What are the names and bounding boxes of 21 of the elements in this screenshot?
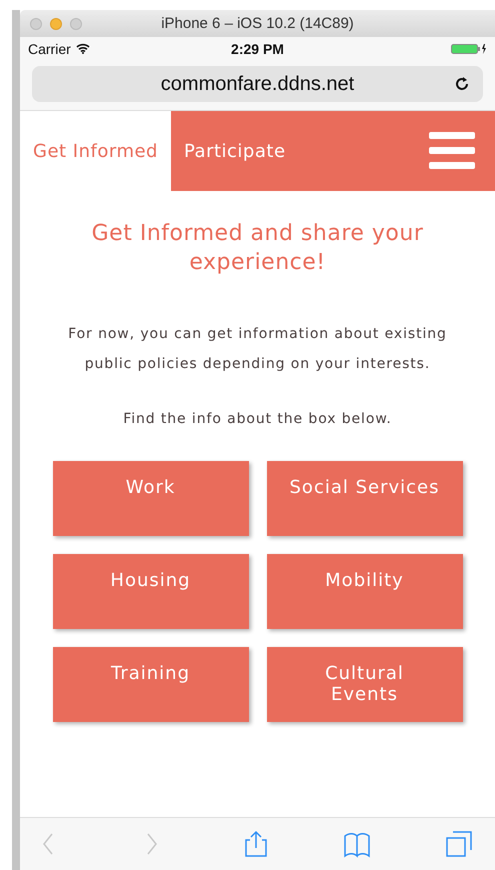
status-time: 2:29 PM — [231, 40, 284, 56]
category-tile[interactable]: Training — [52, 647, 248, 722]
category-tile[interactable]: Social Services — [266, 461, 462, 536]
category-tile[interactable]: Work — [52, 461, 248, 536]
minimize-icon[interactable] — [50, 18, 62, 30]
intro-text: For now, you can get information about existing public policies depending on your interests. — [67, 325, 448, 374]
menu-icon[interactable] — [429, 132, 475, 170]
category-tile[interactable]: Cultural Events — [266, 647, 462, 722]
wifi-icon — [76, 43, 90, 54]
nav-tab[interactable]: Participate — [171, 111, 299, 191]
window-title: iPhone 6 – iOS 10.2 (14C89) — [161, 15, 354, 32]
carrier-label: Carrier — [28, 40, 71, 56]
page-heading: Get Informed and share your experience! — [90, 220, 424, 277]
tabs-icon[interactable] — [445, 830, 473, 858]
battery-icon — [451, 42, 487, 54]
category-tile[interactable]: Housing — [52, 554, 248, 629]
address-field[interactable]: commonfare.ddns.net — [32, 66, 483, 102]
book-icon[interactable] — [343, 830, 372, 858]
reload-icon[interactable] — [453, 75, 471, 93]
hint-text: Find the info about the box below. — [122, 410, 393, 429]
category-tile[interactable]: Mobility — [266, 554, 462, 629]
